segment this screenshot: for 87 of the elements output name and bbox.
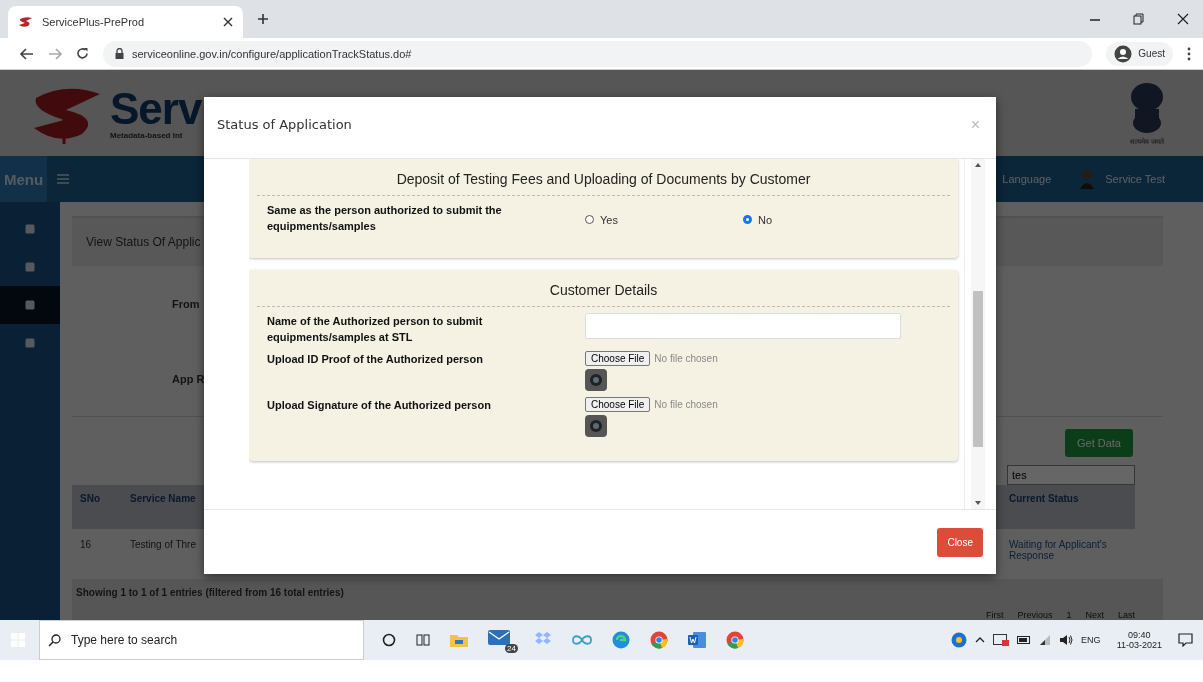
circle-icon[interactable] — [382, 633, 396, 647]
browser-icon[interactable] — [612, 631, 630, 649]
caret-up-icon[interactable] — [975, 637, 986, 643]
modal-title: Status of Application — [217, 117, 352, 132]
camera-icon[interactable] — [585, 415, 607, 437]
field-label: Same as the person authorized to submit the equipments/samples — [267, 203, 503, 234]
column-header[interactable]: Current Status — [1001, 485, 1135, 529]
pagination-link[interactable]: Last — [1118, 610, 1135, 620]
column-header[interactable]: Service Name — [122, 485, 204, 529]
pagination-link[interactable]: Next — [1085, 610, 1104, 620]
infinity-icon[interactable] — [572, 635, 592, 645]
menu-dots-icon[interactable] — [1187, 46, 1191, 61]
file-status: No file chosen — [654, 399, 718, 410]
speaker-icon[interactable] — [1059, 634, 1074, 646]
section-title: Customer Details — [257, 270, 950, 307]
table-cell-text: Waiting for Applicant's Response — [1008, 538, 1108, 563]
camera-icon[interactable] — [585, 369, 607, 391]
field-label: Upload Signature of the Authorized person — [267, 398, 492, 413]
profile-button[interactable]: Guest — [1106, 41, 1173, 66]
close-icon[interactable] — [1177, 13, 1189, 25]
search-field[interactable]: tes — [1007, 465, 1135, 485]
choose-file-button[interactable]: Choose File — [585, 397, 651, 412]
close-button[interactable]: Close — [937, 527, 983, 557]
logo-text: Serv — [110, 86, 202, 131]
scroll-down-icon[interactable] — [975, 501, 981, 505]
field-label: Upload ID Proof of the Authorized person — [267, 352, 484, 367]
logo-tagline: Metadata-based Int — [110, 130, 184, 140]
restore-icon[interactable] — [1133, 13, 1145, 25]
back-arrow-icon[interactable] — [20, 47, 34, 60]
field-label: Name of the Authorized person to submit equipments/samples at STL — [267, 314, 484, 345]
document-app-icon[interactable] — [688, 632, 706, 648]
scroll-up-icon[interactable] — [975, 163, 981, 167]
sidebar-square-icon — [25, 300, 35, 310]
search-placeholder: Type here to search — [71, 633, 178, 647]
plus-icon[interactable] — [257, 13, 269, 25]
radio-option[interactable]: No — [742, 205, 772, 234]
sidebar-square-icon — [25, 262, 35, 272]
user-name[interactable]: Service Test — [1105, 173, 1165, 185]
lock-icon — [115, 48, 124, 59]
battery-icon[interactable] — [1017, 636, 1032, 644]
menu-label[interactable]: Menu — [0, 156, 48, 202]
choose-file-button[interactable]: Choose File — [585, 351, 651, 366]
sidebar-square-icon — [25, 224, 35, 234]
browser-tab[interactable]: ServicePlus-PreProd — [8, 6, 243, 38]
pagination-link[interactable]: 1 — [1066, 610, 1072, 620]
close-icon[interactable]: × — [970, 115, 980, 134]
tab-title: ServicePlus-PreProd — [42, 16, 146, 28]
network-icon[interactable] — [1039, 634, 1052, 646]
section-title: Deposit of Testing Fees and Uploading of Documents by Customer — [257, 159, 950, 196]
mail-count-badge: 24 — [505, 644, 518, 653]
address-bar[interactable]: serviceonline.gov.in/configure/applicationTrackStatus.do# — [103, 40, 1093, 67]
close-icon[interactable] — [223, 17, 233, 27]
page-title: View Status Of Applic — [86, 235, 201, 249]
radio-option[interactable]: Yes — [585, 205, 618, 234]
column-header[interactable]: SNo — [72, 485, 122, 529]
entries-info: Showing 1 to 1 of 1 entries (filtered from 16 total entries) — [76, 587, 345, 598]
reload-icon[interactable] — [76, 47, 89, 60]
logo-icon — [18, 16, 34, 28]
avatar-icon — [1114, 44, 1133, 63]
language-indicator[interactable]: ENG — [1081, 635, 1101, 645]
clock-date[interactable]: 11-03-2021 — [1116, 640, 1162, 650]
envelope-icon — [488, 630, 510, 645]
table-cell-text: Testing of Thre — [129, 538, 197, 552]
user-avatar-icon — [1079, 169, 1096, 189]
language-link[interactable]: Language — [1002, 173, 1052, 185]
scrollbar[interactable] — [971, 159, 985, 509]
form-label: From — [172, 297, 200, 310]
task-view-icon[interactable] — [416, 633, 430, 647]
chrome-icon[interactable] — [650, 631, 668, 649]
sidebar-square-icon — [25, 338, 35, 348]
text-input[interactable] — [585, 313, 901, 339]
file-status: No file chosen — [654, 353, 718, 364]
clock-time[interactable]: 09:40 — [1128, 630, 1151, 640]
chrome-icon[interactable] — [726, 631, 744, 649]
url-text: serviceonline.gov.in/configure/applicationTrackStatus.do# — [132, 47, 412, 60]
form-label: App R — [172, 372, 205, 385]
sidebar-item[interactable] — [0, 286, 60, 324]
notification-icon[interactable] — [1178, 633, 1193, 647]
table-cell-text: 16 — [79, 538, 93, 552]
folder-icon[interactable] — [450, 633, 468, 647]
pagination-link[interactable]: Previous — [1017, 610, 1053, 620]
pagination-link[interactable]: First — [985, 610, 1004, 620]
app-tray-icon[interactable] — [993, 634, 1010, 646]
search-icon — [48, 633, 61, 647]
help-icon[interactable] — [951, 632, 968, 648]
get-data-button[interactable]: Get Data — [1064, 429, 1133, 457]
taskbar-search-field[interactable]: Type here to search — [39, 620, 364, 660]
